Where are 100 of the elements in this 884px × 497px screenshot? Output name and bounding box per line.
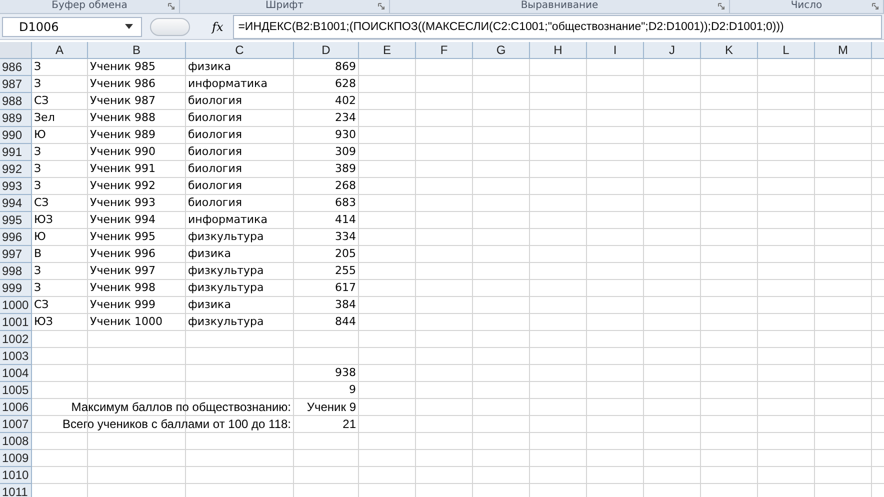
row-header[interactable]: 1002: [0, 331, 32, 348]
table-cell-text: физика: [187, 297, 232, 313]
table-cell-text: Ученик 998: [89, 280, 156, 296]
table-cell-text: СЗ: [33, 93, 50, 109]
column-header[interactable]: M: [815, 42, 872, 59]
table-cell-text: 334: [334, 229, 357, 245]
table-cell-text: Ученик 992: [89, 178, 156, 194]
column-header[interactable]: C: [186, 42, 294, 59]
table-cell-text: 869: [334, 59, 357, 75]
table-cell-text: Ученик 996: [89, 246, 156, 262]
table-cell-text: З: [33, 144, 42, 160]
table-cell-text: биология: [187, 195, 243, 211]
row-header[interactable]: 989: [0, 110, 32, 127]
row-header[interactable]: 998: [0, 263, 32, 280]
table-cell-text: биология: [187, 144, 243, 160]
table-cell-text: 384: [334, 297, 357, 313]
table-cell-text: ЮЗ: [33, 212, 54, 228]
table-cell-text: биология: [187, 93, 243, 109]
table-cell-text: СЗ: [33, 297, 50, 313]
table-cell-text: 844: [334, 314, 357, 330]
column-header[interactable]: L: [758, 42, 815, 59]
table-cell-text: В: [33, 246, 43, 262]
table-cell-text: 234: [334, 110, 357, 126]
row-header[interactable]: 992: [0, 161, 32, 178]
row-header[interactable]: 990: [0, 127, 32, 144]
row-header[interactable]: 987: [0, 76, 32, 93]
row-header[interactable]: 994: [0, 195, 32, 212]
table-cell-text: 205: [334, 246, 357, 262]
table-cell-text: информатика: [187, 76, 268, 92]
table-cell-text: 938: [334, 365, 357, 381]
row-header[interactable]: 1003: [0, 348, 32, 365]
table-cell-text: ЮЗ: [33, 314, 54, 330]
row-header[interactable]: 1004: [0, 365, 32, 382]
table-cell-text: 683: [334, 195, 357, 211]
row-header[interactable]: 1008: [0, 433, 32, 450]
table-cell-text: Ученик 986: [89, 76, 156, 92]
caret-icon: [125, 24, 133, 29]
ribbon-group-label: Буфер обмена: [52, 0, 128, 13]
table-cell-text: СЗ: [33, 195, 50, 211]
table-cell-text: Ученик 999: [89, 297, 156, 313]
dialog-launcher-icon[interactable]: [872, 3, 879, 10]
table-cell-text: 402: [334, 93, 357, 109]
table-cell-text: Ученик 997: [89, 263, 156, 279]
row-header[interactable]: 1001: [0, 314, 32, 331]
table-cell-text: Ученик 988: [89, 110, 156, 126]
row-header[interactable]: 996: [0, 229, 32, 246]
column-header[interactable]: G: [473, 42, 530, 59]
table-cell-text: Ученик 989: [89, 127, 156, 143]
table-cell-text: физкультура: [187, 314, 265, 330]
table-cell-text: биология: [187, 127, 243, 143]
ribbon-group-label: Шрифт: [266, 0, 304, 13]
table-cell-text: Всего учеников с баллами от 100 до 118:: [62, 416, 292, 433]
column-header[interactable]: J: [644, 42, 701, 59]
table-cell-text: биология: [187, 110, 243, 126]
name-box[interactable]: D1006: [2, 16, 142, 36]
table-cell-text: Ученик 990: [89, 144, 156, 160]
table-cell-text: 309: [334, 144, 357, 160]
row-header[interactable]: 1011: [0, 484, 32, 497]
column-header[interactable]: E: [359, 42, 416, 59]
row-header[interactable]: 1000: [0, 297, 32, 314]
insert-function-button[interactable]: fx: [212, 20, 224, 34]
table-cell-text: информатика: [187, 212, 268, 228]
table-cell-text: физика: [187, 59, 232, 75]
row-header[interactable]: 993: [0, 178, 32, 195]
table-cell-text: З: [33, 76, 42, 92]
column-header[interactable]: D: [294, 42, 359, 59]
dialog-launcher-icon[interactable]: [168, 3, 175, 10]
table-cell-text: биология: [187, 161, 243, 177]
table-cell-text: биология: [187, 178, 243, 194]
row-header[interactable]: 995: [0, 212, 32, 229]
table-cell-text: физкультура: [187, 229, 265, 245]
splitter-handle[interactable]: [150, 18, 190, 36]
row-header[interactable]: 997: [0, 246, 32, 263]
column-header[interactable]: B: [88, 42, 186, 59]
dialog-launcher-icon[interactable]: [718, 3, 725, 10]
row-header[interactable]: 988: [0, 93, 32, 110]
column-header[interactable]: I: [587, 42, 644, 59]
column-header[interactable]: A: [32, 42, 88, 59]
row-header[interactable]: 1005: [0, 382, 32, 399]
row-header[interactable]: 991: [0, 144, 32, 161]
column-header[interactable]: F: [416, 42, 473, 59]
table-cell-text: Ю: [33, 127, 47, 143]
table-cell-text: Ученик 993: [89, 195, 156, 211]
table-cell-text: З: [33, 59, 42, 75]
table-cell-text: З: [33, 280, 42, 296]
row-header[interactable]: 999: [0, 280, 32, 297]
row-header[interactable]: 1009: [0, 450, 32, 467]
formula-field[interactable]: =ИНДЕКС(B2:B1001;(ПОИСКПОЗ((МАКСЕСЛИ(C2:C1001;"обществознание";D2:D1001));D2:D1001;0))): [233, 14, 882, 38]
table-cell-text: 9: [348, 382, 357, 398]
dialog-launcher-icon[interactable]: [378, 3, 385, 10]
table-cell-text: Ученик 1000: [89, 314, 164, 330]
row-header[interactable]: 1010: [0, 467, 32, 484]
ribbon-group-label: Выравнивание: [520, 0, 598, 13]
column-header[interactable]: K: [701, 42, 758, 59]
row-header[interactable]: 1006: [0, 399, 32, 416]
row-header[interactable]: 986: [0, 59, 32, 76]
column-header[interactable]: H: [530, 42, 587, 59]
table-cell-text: 628: [334, 76, 357, 92]
row-header[interactable]: 1007: [0, 416, 32, 433]
table-cell-text: физика: [187, 246, 232, 262]
